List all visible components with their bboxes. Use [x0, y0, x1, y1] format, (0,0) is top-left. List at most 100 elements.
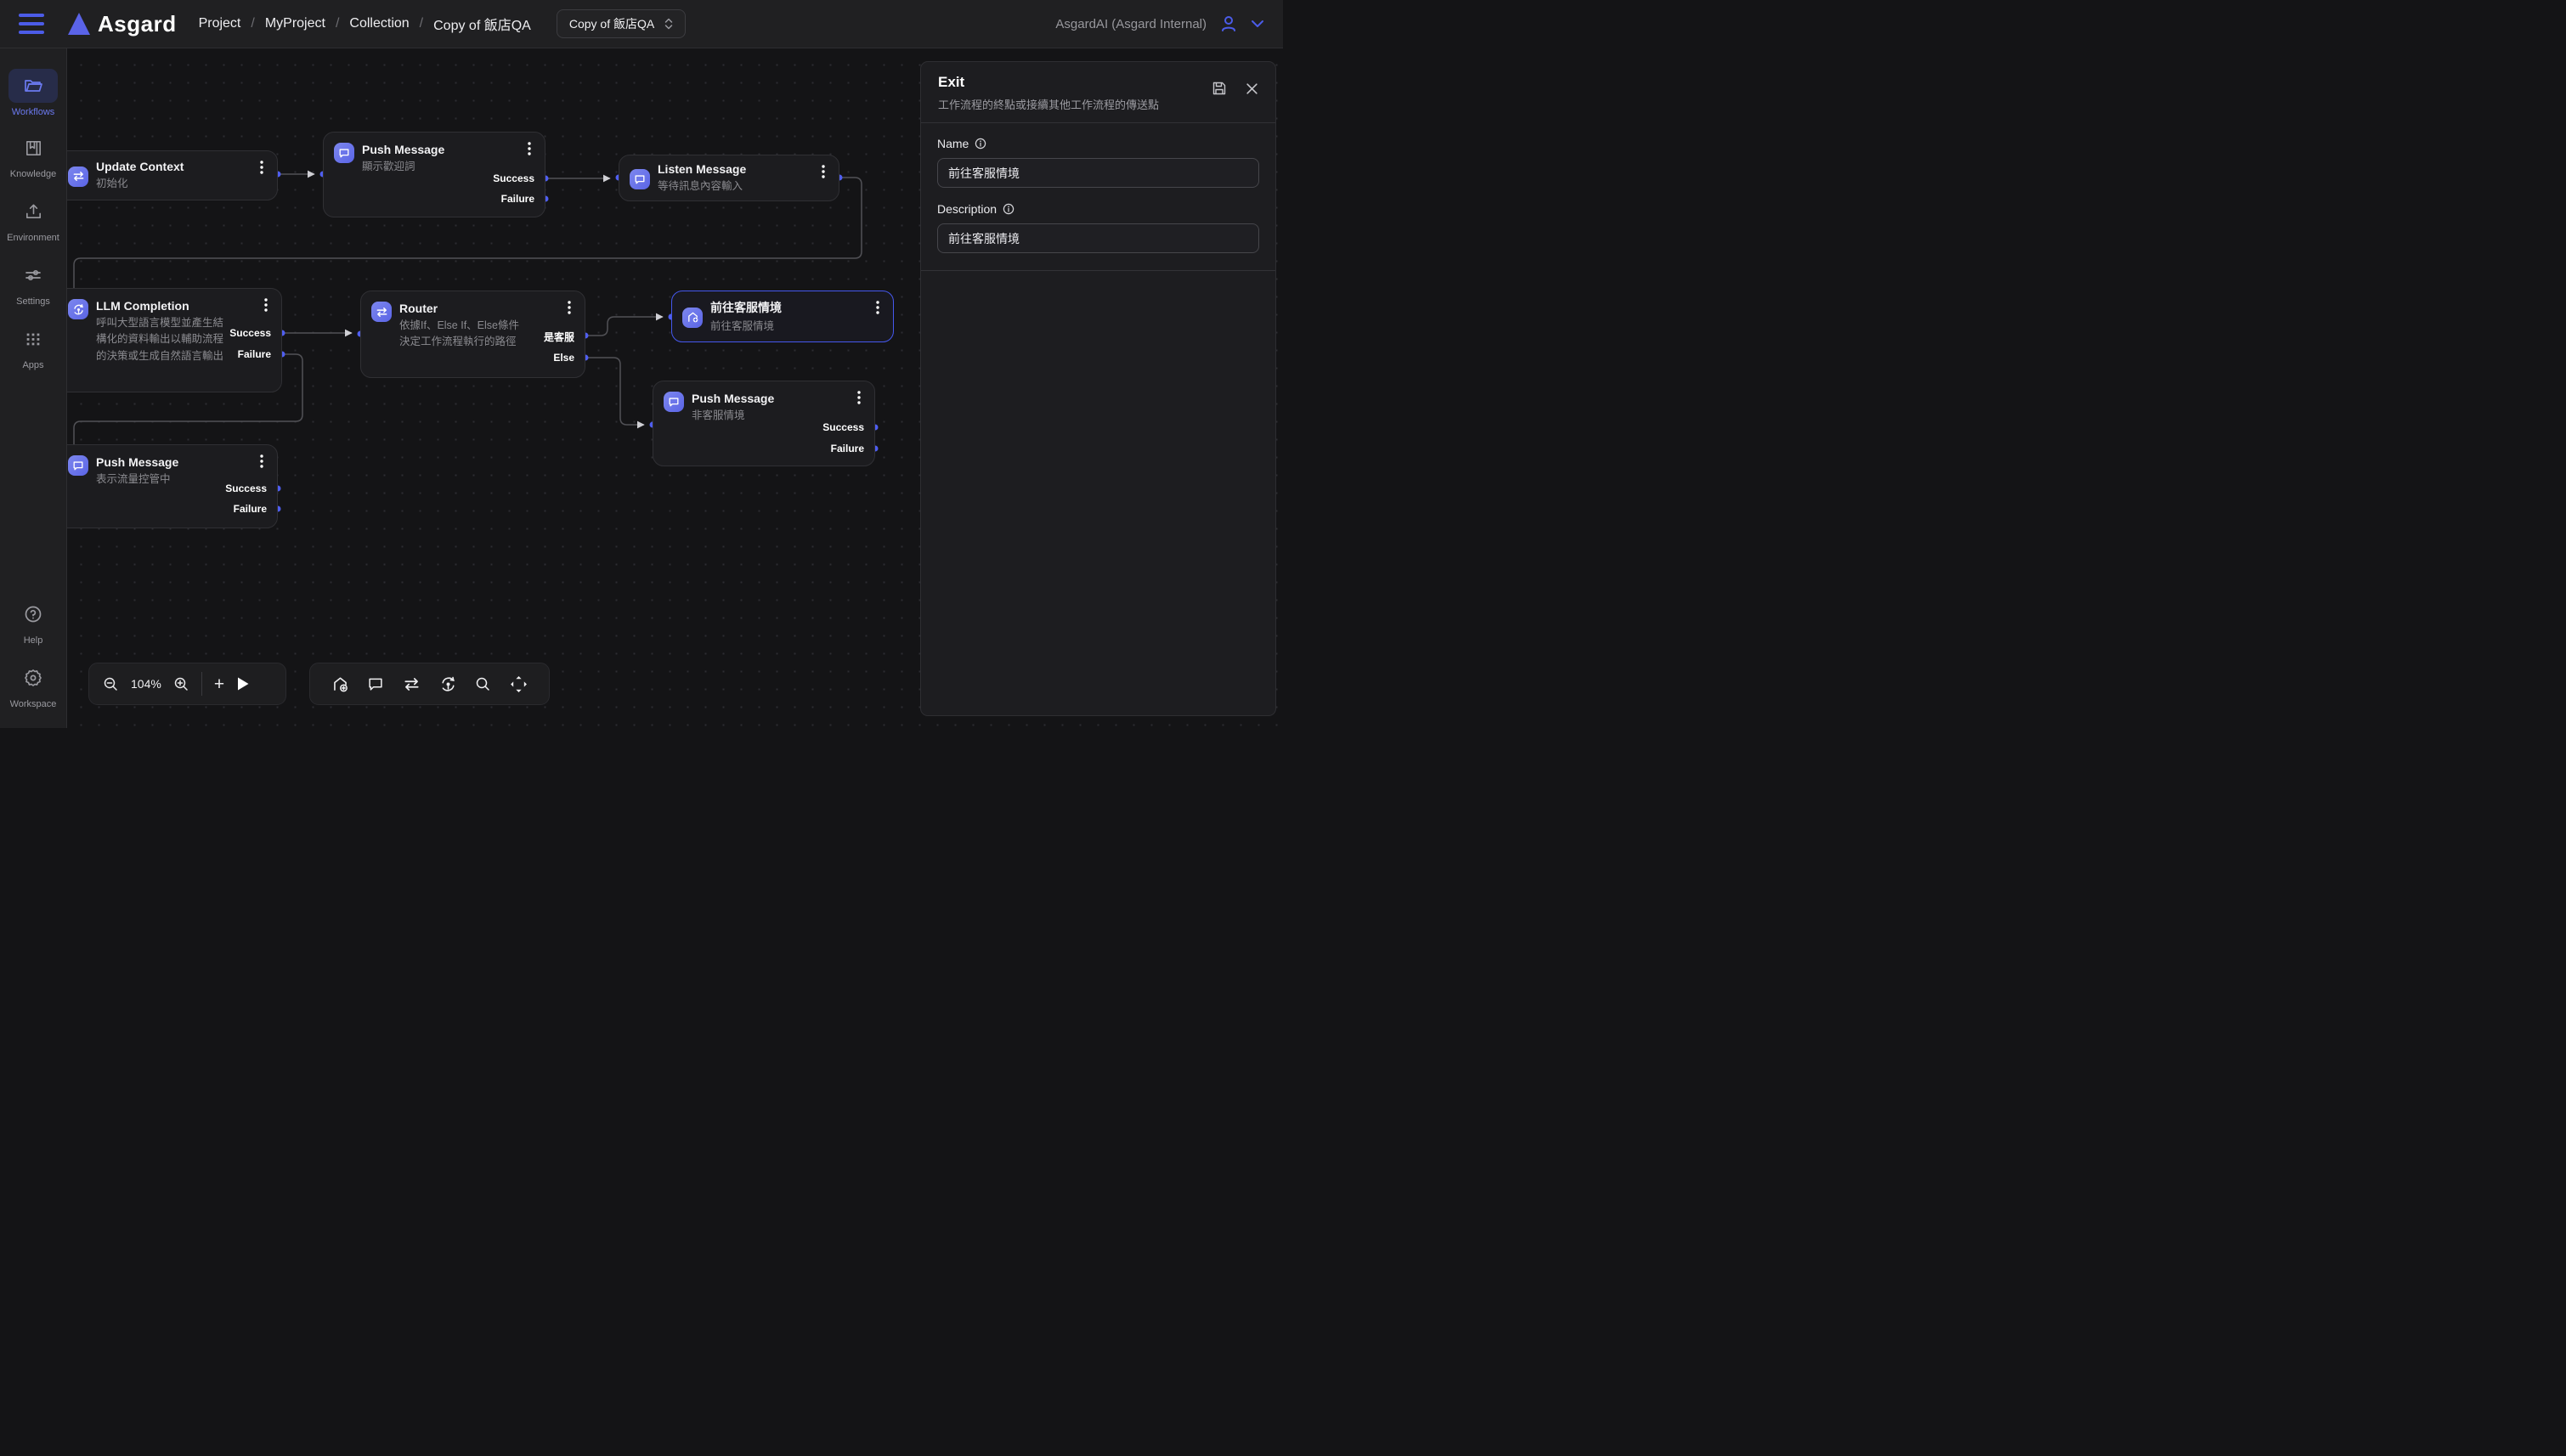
workflow-selector[interactable]: Copy of 飯店QA: [557, 9, 686, 38]
output-port-label[interactable]: Failure: [238, 348, 271, 360]
node-title: 前往客服情境: [710, 299, 782, 316]
output-port-label[interactable]: 是客服: [544, 330, 574, 344]
message-icon: [630, 169, 650, 189]
output-port-label[interactable]: Else: [553, 352, 574, 364]
message-node-tool-icon[interactable]: [367, 675, 384, 692]
book-icon: [24, 138, 43, 158]
node-subtitle: 初始化: [96, 176, 184, 192]
message-icon: [68, 455, 88, 476]
breadcrumb-separator: /: [336, 16, 339, 31]
sidebar-item-workflows[interactable]: Workflows: [3, 69, 64, 117]
save-icon[interactable]: [1212, 81, 1227, 96]
toolbar-divider: [201, 672, 202, 696]
node-subtitle: 顯示歡迎詞: [362, 159, 444, 175]
sidebar-item-label: Settings: [16, 296, 50, 307]
inspector-panel: Exit 工作流程的終點或接續其他工作流程的傳送點 Name: [920, 61, 1276, 716]
node-menu-button[interactable]: [523, 141, 536, 156]
sidebar-item-workspace[interactable]: Workspace: [3, 661, 64, 709]
search-icon[interactable]: [475, 676, 491, 692]
node-menu-button[interactable]: [562, 300, 576, 315]
node-title: Listen Message: [658, 162, 746, 176]
exit-node-tool-icon[interactable]: [331, 675, 349, 693]
grid-dots-icon: [24, 330, 42, 348]
breadcrumb-collection[interactable]: Collection: [349, 16, 409, 31]
name-field[interactable]: [937, 158, 1259, 188]
node-menu-button[interactable]: [255, 454, 268, 469]
node-listen-message[interactable]: Listen Message 等待訊息內容輸入: [619, 155, 839, 201]
breadcrumb-myproject[interactable]: MyProject: [265, 16, 325, 31]
output-port-label[interactable]: Success: [822, 421, 864, 433]
inspector-title: Exit: [938, 74, 1258, 91]
app-logo[interactable]: Asgard: [68, 11, 177, 37]
node-router[interactable]: Router 依據If、Else If、Else條件決定工作流程執行的路徑 是客…: [360, 291, 585, 378]
fit-view-icon[interactable]: [510, 675, 528, 693]
node-title: LLM Completion: [96, 299, 225, 313]
node-palette-toolbar: [309, 663, 550, 705]
breadcrumb: Project / MyProject / Collection / Copy …: [199, 14, 531, 34]
node-llm-completion[interactable]: LLM Completion 呼叫大型語言模型並產生結構化的資料輸出以輔助流程的…: [67, 288, 282, 392]
node-menu-button[interactable]: [871, 300, 885, 315]
output-port-label[interactable]: Success: [493, 172, 534, 184]
node-menu-button[interactable]: [255, 160, 268, 175]
sidebar-item-knowledge[interactable]: Knowledge: [3, 131, 64, 179]
swap-arrows-icon: [371, 302, 392, 322]
node-title: Update Context: [96, 160, 184, 173]
node-subtitle: 表示流量控管中: [96, 471, 178, 488]
sidebar-item-label: Apps: [22, 360, 43, 370]
updown-chevron-icon: [664, 18, 673, 30]
breadcrumb-project[interactable]: Project: [199, 16, 241, 31]
sliders-icon: [23, 265, 43, 285]
node-title: Push Message: [96, 455, 178, 469]
router-node-tool-icon[interactable]: [403, 675, 421, 693]
node-title: Router: [399, 302, 528, 315]
node-push-message-non-service[interactable]: Push Message 非客服情境 Success Failure: [653, 381, 875, 466]
inspector-subtitle: 工作流程的終點或接續其他工作流程的傳送點: [938, 96, 1258, 112]
run-workflow-button[interactable]: [236, 676, 250, 691]
chevron-down-icon[interactable]: [1251, 20, 1264, 28]
user-icon[interactable]: [1218, 14, 1239, 34]
node-push-message-rate-limit[interactable]: Push Message 表示流量控管中 Success Failure: [67, 444, 278, 528]
logo-text: Asgard: [98, 11, 177, 37]
info-icon[interactable]: [975, 138, 986, 150]
output-port-label[interactable]: Failure: [234, 503, 267, 515]
zoom-out-button[interactable]: [103, 676, 119, 692]
account-label: AsgardAI (Asgard Internal): [1055, 17, 1207, 31]
sidebar-item-label: Workspace: [10, 699, 57, 709]
sidebar: Workflows Knowledge Environment: [0, 48, 67, 728]
node-title: Push Message: [362, 143, 444, 156]
node-subtitle: 非客服情境: [692, 408, 774, 424]
info-icon[interactable]: [1003, 203, 1015, 215]
breadcrumb-separator: /: [251, 16, 254, 31]
upload-icon: [24, 202, 43, 222]
exit-icon: [682, 308, 703, 328]
gear-icon: [23, 668, 43, 688]
output-port-label[interactable]: Success: [229, 327, 271, 339]
close-icon[interactable]: [1246, 82, 1258, 95]
description-field[interactable]: [937, 223, 1259, 253]
node-update-context[interactable]: Update Context 初始化: [67, 150, 278, 200]
sidebar-item-settings[interactable]: Settings: [3, 258, 64, 307]
message-icon: [334, 143, 354, 163]
output-port-label[interactable]: Failure: [831, 443, 864, 454]
sidebar-item-label: Knowledge: [10, 169, 56, 179]
output-port-label[interactable]: Failure: [501, 193, 534, 205]
message-icon: [664, 392, 684, 412]
sidebar-item-apps[interactable]: Apps: [3, 322, 64, 370]
node-exit-to-service[interactable]: 前往客服情境 前往客服情境: [671, 291, 894, 342]
output-port-label[interactable]: Success: [225, 483, 267, 494]
node-menu-button[interactable]: [852, 390, 866, 405]
zoom-level: 104%: [131, 677, 161, 691]
zoom-in-button[interactable]: [173, 676, 189, 692]
menu-icon[interactable]: [19, 14, 44, 34]
node-menu-button[interactable]: [259, 297, 273, 313]
zoom-toolbar: 104% +: [88, 663, 286, 705]
add-node-button[interactable]: +: [214, 675, 224, 693]
sidebar-item-help[interactable]: Help: [3, 597, 64, 646]
node-menu-button[interactable]: [817, 164, 830, 179]
node-push-message-welcome[interactable]: Push Message 顯示歡迎詞 Success Failure: [323, 132, 545, 217]
sidebar-item-environment[interactable]: Environment: [3, 195, 64, 243]
folder-icon: [23, 76, 43, 96]
llm-node-tool-icon[interactable]: [439, 675, 457, 693]
panel-divider: [921, 270, 1275, 271]
sidebar-item-label: Workflows: [12, 107, 55, 117]
